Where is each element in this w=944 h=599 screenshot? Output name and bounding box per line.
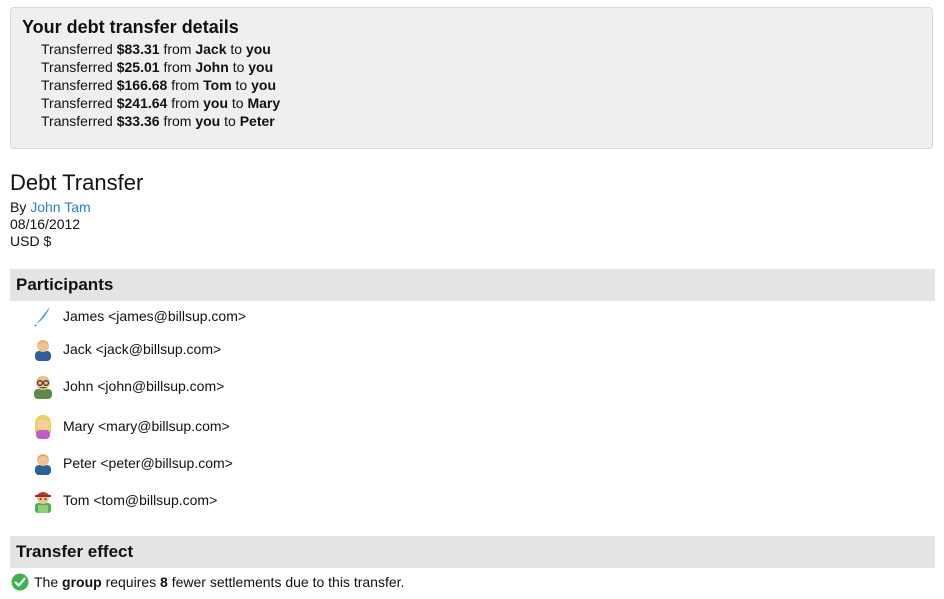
author-line: By John Tam [10, 199, 91, 215]
transfer-amount: $83.31 [116, 41, 160, 57]
participant-item: Jack <jack@billsup.com> [31, 336, 221, 362]
transfer-item: Transferred $83.31 from Jack to you [41, 41, 271, 57]
transfer-item: Transferred $25.01 from John to you [41, 59, 274, 75]
transfer-item: Transferred $33.36 from you to Peter [41, 113, 275, 129]
participant-item: Tom <tom@billsup.com> [31, 487, 217, 513]
transfer-item: Transferred $241.64 from you to Mary [41, 95, 281, 111]
bill-date: 08/16/2012 [10, 216, 81, 232]
summary-heading: Your debt transfer details [22, 17, 239, 37]
participant-item: Peter <peter@billsup.com> [31, 450, 233, 476]
transfer-summary-box: Your debt transfer details Transferred $… [10, 7, 933, 149]
transfer-amount: $33.36 [116, 113, 160, 129]
participants-header: Participants [10, 269, 935, 301]
transfer-amount: $166.68 [116, 77, 168, 93]
feather-icon [31, 303, 55, 329]
participant-item: John <john@billsup.com> [31, 373, 224, 399]
bill-meta: By John Tam 08/16/2012 USD $ [10, 199, 91, 250]
transfer-amount: $25.01 [116, 59, 160, 75]
author-link[interactable]: John Tam [30, 199, 90, 215]
check-icon [11, 573, 29, 591]
transfer-amount: $241.64 [116, 95, 168, 111]
transfer-effect-header: Transfer effect [10, 536, 935, 568]
male-user-icon [31, 336, 55, 362]
page-title: Debt Transfer [10, 170, 144, 195]
settlement-count: 8 [160, 574, 168, 590]
transfer-item: Transferred $166.68 from Tom to you [41, 77, 276, 93]
glasses-user-icon [31, 373, 55, 399]
bill-currency: USD $ [10, 233, 52, 249]
participant-item: Mary <mary@billsup.com> [31, 413, 230, 439]
female-user-icon [31, 413, 55, 439]
transfer-list: Transferred $83.31 from Jack to you Tran… [41, 40, 280, 130]
transfer-effect-message: The group requires 8 fewer settlements d… [11, 573, 404, 591]
participant-item: James <james@billsup.com> [31, 303, 246, 329]
cap-user-icon [31, 487, 55, 513]
male-user-icon [31, 450, 55, 476]
